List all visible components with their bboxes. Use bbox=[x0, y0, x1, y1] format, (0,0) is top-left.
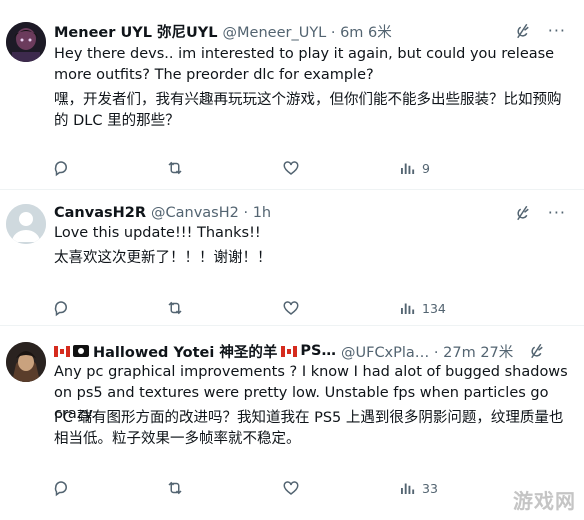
pirate-flag-icon bbox=[73, 345, 89, 357]
reply-icon bbox=[54, 481, 67, 497]
avatar[interactable] bbox=[6, 22, 46, 62]
grok-icon[interactable] bbox=[514, 22, 532, 40]
tweet-text: Love this update!!! Thanks!! bbox=[54, 225, 261, 241]
tweet[interactable]: CanvasH2R @CanvasH2 · 1h ··· Love this u… bbox=[0, 190, 584, 326]
tweet[interactable]: Hallowed Yotei 神圣的羊 PS… @UFCxPla… · 27m … bbox=[0, 326, 584, 520]
action-bar: 9 bbox=[48, 156, 574, 180]
handle-and-time[interactable]: @UFCxPla… · 27m 27米 bbox=[341, 341, 513, 362]
reply-feed: Meneer UYL 弥尼UYL @Meneer_UYL · 6m 6米 ···… bbox=[0, 0, 584, 520]
avatar[interactable] bbox=[6, 204, 46, 244]
watermark-logo: 游戏网 bbox=[513, 489, 576, 513]
views-button[interactable]: 9 bbox=[398, 156, 430, 180]
more-icon[interactable]: ··· bbox=[548, 21, 566, 40]
views-icon bbox=[401, 163, 415, 174]
retweet-icon bbox=[168, 481, 182, 495]
reply-icon bbox=[54, 301, 67, 317]
reply-button[interactable] bbox=[52, 156, 70, 180]
more-icon[interactable]: ··· bbox=[548, 203, 566, 222]
reply-button[interactable] bbox=[52, 476, 70, 500]
grok-icon[interactable] bbox=[514, 204, 532, 222]
tweet-translation: 太喜欢这次更新了！！！谢谢！！ bbox=[54, 250, 272, 266]
tweet-header: Hallowed Yotei 神圣的羊 PS… @UFCxPla… · 27m … bbox=[54, 340, 576, 362]
like-button[interactable] bbox=[282, 156, 300, 180]
handle-and-time[interactable]: @Meneer_UYL · 6m 6米 bbox=[223, 21, 392, 42]
avatar[interactable] bbox=[6, 342, 46, 382]
views-button[interactable]: 33 bbox=[398, 476, 438, 500]
action-bar: 134 bbox=[48, 296, 574, 320]
tweet-text: Hey there devs.. im interested to play i… bbox=[54, 46, 555, 83]
display-name-suffix[interactable]: PS… bbox=[300, 343, 336, 359]
retweet-button[interactable] bbox=[166, 156, 184, 180]
like-icon bbox=[283, 301, 299, 315]
retweet-button[interactable] bbox=[166, 296, 184, 320]
views-icon bbox=[401, 303, 415, 314]
retweet-icon bbox=[168, 161, 182, 175]
reply-button[interactable] bbox=[52, 296, 70, 320]
grok-icon[interactable] bbox=[528, 342, 546, 360]
views-count: 33 bbox=[422, 480, 438, 496]
display-name[interactable]: CanvasH2R bbox=[54, 205, 146, 221]
views-icon bbox=[401, 483, 415, 494]
tweet-translation: PC 端有图形方面的改进吗？我知道我在 PS5 上遇到很多阴影问题，纹理质量也相… bbox=[54, 410, 564, 447]
action-bar: 33 bbox=[48, 476, 574, 500]
views-button[interactable]: 134 bbox=[398, 296, 446, 320]
tweet-header: Meneer UYL 弥尼UYL @Meneer_UYL · 6m 6米 ··· bbox=[54, 20, 576, 42]
like-button[interactable] bbox=[282, 296, 300, 320]
handle-and-time[interactable]: @CanvasH2 · 1h bbox=[151, 205, 271, 221]
views-count: 9 bbox=[422, 160, 430, 176]
views-count: 134 bbox=[422, 300, 446, 316]
like-button[interactable] bbox=[282, 476, 300, 500]
canada-flag-icon bbox=[281, 345, 298, 357]
tweet-header: CanvasH2R @CanvasH2 · 1h ··· bbox=[54, 202, 576, 224]
tweet[interactable]: Meneer UYL 弥尼UYL @Meneer_UYL · 6m 6米 ···… bbox=[0, 0, 584, 190]
like-icon bbox=[283, 161, 299, 175]
display-name[interactable]: Hallowed Yotei 神圣的羊 bbox=[93, 341, 277, 362]
tweet-translation: 嘿，开发者们，我有兴趣再玩玩这个游戏，但你们能不能多出些服装？比如预购的 DLC… bbox=[54, 92, 562, 129]
like-icon bbox=[283, 481, 299, 495]
canada-flag-icon bbox=[54, 345, 70, 357]
retweet-button[interactable] bbox=[166, 476, 184, 500]
reply-icon bbox=[54, 161, 67, 177]
display-name[interactable]: Meneer UYL 弥尼UYL bbox=[54, 21, 218, 42]
retweet-icon bbox=[168, 301, 182, 315]
